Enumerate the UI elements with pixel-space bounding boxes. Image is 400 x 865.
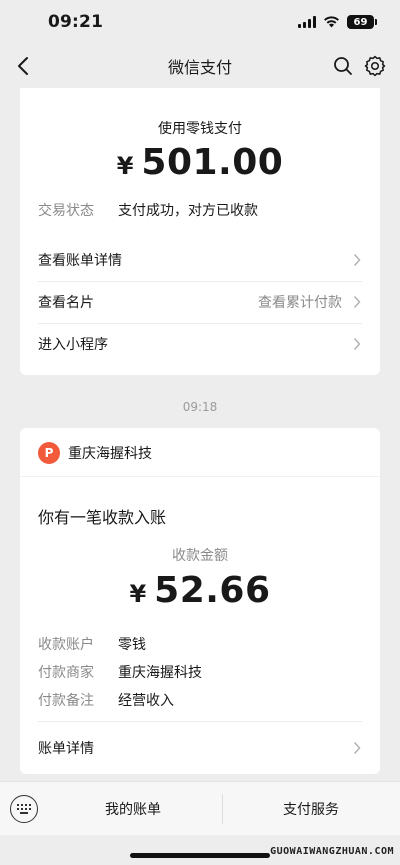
gear-icon <box>364 55 386 77</box>
info-value: 零钱 <box>118 637 146 653</box>
chevron-right-icon <box>353 253 361 267</box>
chevron-right-icon <box>353 741 361 755</box>
payment-method: 使用零钱支付 <box>158 121 242 137</box>
cut-off-merchant-header <box>38 88 172 90</box>
info-label: 收款账户 <box>38 637 94 653</box>
info-value: 经营收入 <box>118 693 174 709</box>
info-value: 重庆海握科技 <box>118 665 202 681</box>
home-indicator <box>130 853 270 858</box>
receipt-account-row: 收款账户 零钱 <box>38 634 146 654</box>
amount-value: 501.00 <box>141 142 284 183</box>
view-cumulative-payments-label: 查看累计付款 <box>258 295 342 311</box>
open-mini-program-link[interactable]: 进入小程序 <box>38 324 362 364</box>
payer-merchant-row: 付款商家 重庆海握科技 <box>38 662 202 682</box>
chevron-right-icon <box>353 295 361 309</box>
currency-symbol: ¥ <box>129 580 147 608</box>
divider <box>20 476 380 477</box>
bill-detail-link[interactable]: 账单详情 <box>38 728 362 768</box>
battery-level: 69 <box>353 16 368 28</box>
tab-my-bills[interactable]: 我的账单 <box>44 782 222 836</box>
merchant-header[interactable]: P 重庆海握科技 <box>38 442 152 464</box>
status-icons: 69 <box>298 15 377 29</box>
receipt-amount: ¥ 52.66 <box>20 570 380 611</box>
info-label: 付款备注 <box>38 693 94 709</box>
payment-card: 使用零钱支付 ¥ 501.00 交易状态 支付成功，对方已收款 查看账单详情 查… <box>20 88 380 375</box>
battery-icon: 69 <box>347 15 377 29</box>
open-mini-program-label: 进入小程序 <box>38 337 108 353</box>
settings-button[interactable] <box>362 53 388 79</box>
status-label: 交易状态 <box>38 203 94 219</box>
tab-payment-services[interactable]: 支付服务 <box>222 782 400 836</box>
currency-symbol: ¥ <box>116 152 134 180</box>
keyboard-toggle-button[interactable] <box>10 795 38 823</box>
amount-value: 52.66 <box>154 570 271 611</box>
merchant-logo: P <box>38 442 60 464</box>
page-title: 微信支付 <box>167 58 232 77</box>
wifi-icon <box>324 16 339 28</box>
status-time: 09:21 <box>48 12 104 32</box>
status-bar: 09:21 69 <box>0 0 400 44</box>
search-button[interactable] <box>330 53 356 79</box>
search-icon <box>334 57 352 75</box>
chevron-left-icon <box>18 57 28 75</box>
payment-amount: ¥ 501.00 <box>20 142 380 183</box>
status-value: 支付成功，对方已收款 <box>118 203 258 219</box>
keyboard-icon <box>17 804 31 814</box>
transaction-status-row: 交易状态 支付成功，对方已收款 <box>38 200 258 220</box>
back-button[interactable] <box>10 53 36 79</box>
nav-bar: 微信支付 <box>0 44 400 88</box>
message-timestamp: 09:18 <box>182 400 218 414</box>
merchant-name: 重庆海握科技 <box>68 446 152 462</box>
view-bill-detail-link[interactable]: 查看账单详情 <box>38 240 362 280</box>
chevron-right-icon <box>353 337 361 351</box>
receipt-card: P 重庆海握科技 你有一笔收款入账 收款金额 ¥ 52.66 收款账户 零钱 付… <box>20 428 380 774</box>
view-business-card-label: 查看名片 <box>38 295 94 311</box>
bottom-menu-bar: 我的账单 支付服务 <box>0 781 400 835</box>
payment-note-row: 付款备注 经营收入 <box>38 690 174 710</box>
bill-detail-label: 账单详情 <box>38 741 94 757</box>
receipt-notice: 你有一笔收款入账 <box>38 508 167 527</box>
message-list[interactable]: 使用零钱支付 ¥ 501.00 交易状态 支付成功，对方已收款 查看账单详情 查… <box>0 88 400 781</box>
info-label: 付款商家 <box>38 665 94 681</box>
amount-label: 收款金额 <box>172 548 228 564</box>
divider <box>38 721 362 722</box>
cellular-signal-icon <box>298 16 316 28</box>
watermark-text: GUOWAIWANGZHUAN.COM <box>270 846 394 857</box>
view-bill-detail-label: 查看账单详情 <box>38 253 122 269</box>
view-business-card-link[interactable]: 查看名片 查看累计付款 <box>38 282 362 322</box>
